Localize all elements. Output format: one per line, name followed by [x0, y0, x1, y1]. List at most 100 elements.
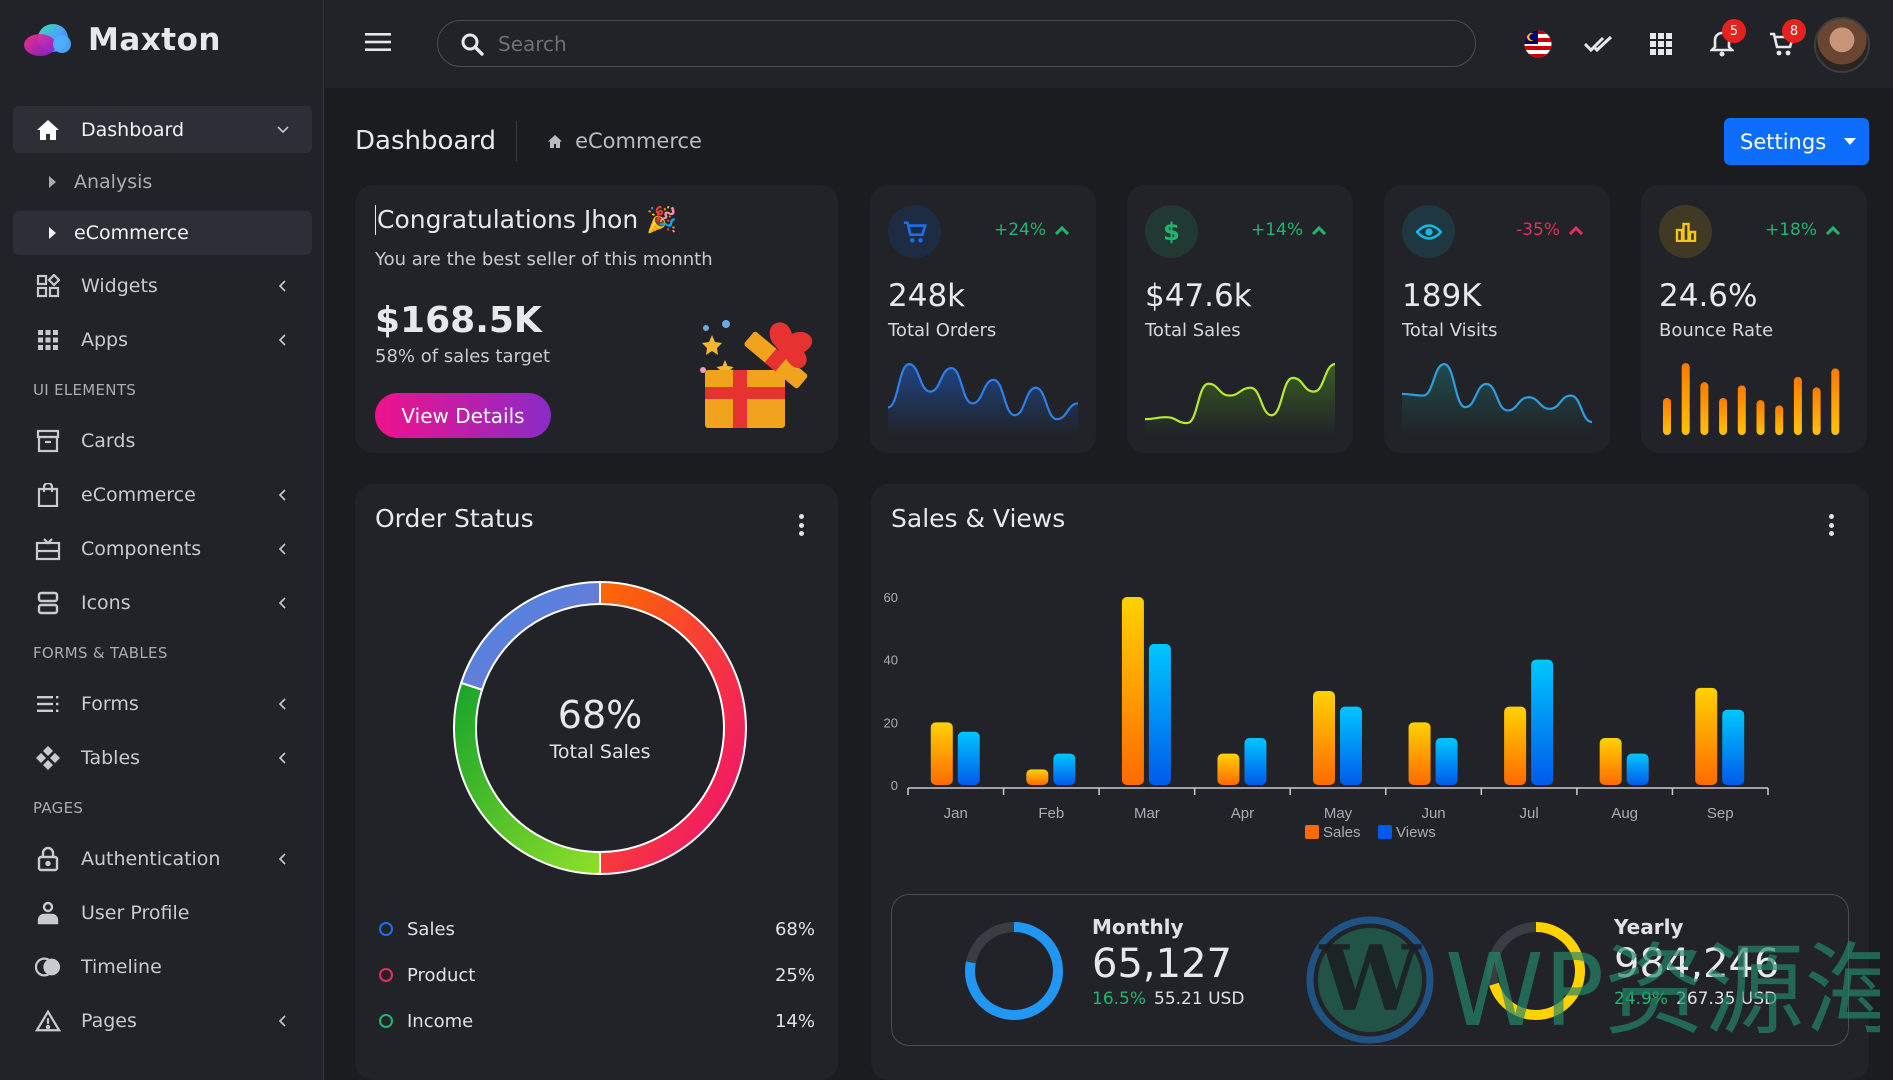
sidebar-item-user-profile[interactable]: User Profile [13, 889, 312, 936]
sidebar-item-widgets[interactable]: Widgets [13, 262, 312, 309]
bar-views [1244, 738, 1267, 785]
double-check-icon [1583, 35, 1613, 53]
sales-sparkline [1145, 363, 1335, 435]
apps-grid-icon [35, 327, 61, 353]
hamburger-menu-icon[interactable] [365, 32, 391, 52]
x-tick-label: Jun [1421, 805, 1445, 822]
sidebar-subitem-analysis[interactable]: Analysis [13, 160, 312, 204]
mark-all-read-button[interactable] [1579, 24, 1619, 64]
chevron-left-icon [278, 1014, 286, 1027]
logo[interactable]: Maxton [22, 22, 221, 58]
y-tick-label: 40 [884, 653, 898, 668]
sidebar-item-pages[interactable]: Pages [13, 997, 312, 1044]
language-selector[interactable] [1518, 24, 1558, 64]
warning-icon [35, 1008, 61, 1034]
bar-sales [1599, 738, 1622, 785]
notifications-button[interactable]: 5 [1702, 19, 1746, 64]
search-icon [461, 33, 484, 56]
bar-views [1626, 753, 1649, 785]
arrow-up-icon [1311, 225, 1327, 235]
bounce-bar [1756, 400, 1765, 435]
visits-sparkline [1402, 363, 1592, 435]
sidebar-item-label: eCommerce [81, 483, 196, 506]
order-status-donut: 68% Total Sales [442, 570, 758, 886]
stat-card-orders: +24% 248k Total Orders [870, 185, 1096, 453]
x-tick-label: May [1324, 805, 1353, 822]
card-title: Order Status [375, 504, 534, 533]
sidebar-item-label: Authentication [81, 847, 221, 870]
lock-icon [35, 846, 61, 872]
dollar-icon: $ [1145, 205, 1198, 258]
overlap-circles-icon [35, 954, 61, 980]
sidebar-item-cards[interactable]: Cards [13, 417, 312, 464]
sidebar-item-authentication[interactable]: Authentication [13, 835, 312, 882]
orders-sparkline [888, 363, 1078, 435]
breadcrumb: Dashboard eCommerce [355, 118, 702, 164]
bar-sales [1504, 706, 1527, 785]
bar-views [1053, 753, 1076, 785]
legend-label: Views [1396, 824, 1436, 841]
sidebar-item-label: Pages [81, 1009, 137, 1032]
sidebar-item-apps[interactable]: Apps [13, 316, 312, 363]
chevron-left-icon [278, 852, 286, 865]
stat-card-visits: -35% 189K Total Visits [1384, 185, 1610, 453]
sidebar-subitem-ecommerce[interactable]: eCommerce [13, 211, 312, 255]
circle-dot-icon [379, 922, 393, 936]
sparkline-area [1145, 364, 1335, 435]
bounce-bar [1719, 398, 1728, 435]
x-tick-label: Aug [1611, 805, 1638, 822]
stat-label: Bounce Rate [1659, 320, 1774, 341]
sidebar-item-tables[interactable]: Tables [13, 734, 312, 781]
bar-sales [1121, 597, 1144, 785]
circle-dot-icon [379, 1014, 393, 1028]
summary-box: Monthly 65,127 16.5% 55.21 USD Yearly 984… [891, 894, 1849, 1046]
settings-button[interactable]: Settings [1724, 118, 1869, 165]
list-icon [35, 691, 61, 717]
page-title: Dashboard [355, 121, 518, 161]
caret-right-icon [49, 176, 56, 188]
search-input[interactable] [498, 31, 1398, 56]
breadcrumb-item-ecommerce[interactable]: eCommerce [547, 129, 702, 153]
apps-button[interactable] [1641, 24, 1681, 64]
home-icon [35, 117, 61, 143]
chevron-left-icon [278, 697, 286, 710]
chevron-left-icon [278, 279, 286, 292]
order-status-card: Order Status 68% Total Sales Sales 68% P… [355, 484, 838, 1080]
sidebar-item-ecommerce[interactable]: eCommerce [13, 471, 312, 518]
bounce-bar [1775, 405, 1784, 435]
cart-button[interactable]: 8 [1762, 19, 1806, 64]
settings-label: Settings [1740, 129, 1827, 154]
legend-label: Sales [1323, 824, 1361, 841]
bounce-bar [1793, 376, 1802, 435]
archive-icon [35, 428, 61, 454]
bounce-bar [1737, 385, 1746, 435]
sales-views-bar-chart: 0 20 40 60 Jan Feb Mar Apr May Jun Jul Aug Sep Sales V… [884, 590, 1769, 841]
legend-row-income: Income 14% [379, 1006, 815, 1036]
view-details-button[interactable]: View Details [375, 393, 551, 438]
sidebar-item-timeline[interactable]: Timeline [13, 943, 312, 990]
sidebar-item-dashboard[interactable]: Dashboard [13, 106, 312, 153]
breadcrumb-current: eCommerce [575, 129, 702, 153]
donut-center-label: Total Sales [549, 741, 651, 763]
search-box[interactable] [437, 20, 1476, 67]
chevron-left-icon [278, 333, 286, 346]
bar-views [1148, 644, 1171, 785]
sidebar-item-icons[interactable]: Icons [13, 579, 312, 626]
more-options-icon[interactable] [797, 514, 805, 536]
x-tick-label: Apr [1231, 805, 1254, 822]
x-tick-label: Mar [1134, 805, 1160, 822]
bar-sales [1026, 769, 1049, 785]
user-icon [35, 900, 61, 926]
welcome-title: Congratulations Jhon 🎉 [375, 205, 678, 235]
x-tick-label: Feb [1038, 805, 1064, 822]
user-avatar[interactable] [1814, 17, 1870, 73]
sidebar-item-label: User Profile [81, 901, 190, 924]
stat-label: Total Visits [1402, 320, 1498, 341]
bar-views [1340, 706, 1362, 785]
gift-card-icon [35, 536, 61, 562]
section-ui-elements: UI ELEMENTS [33, 381, 137, 399]
caret-down-icon[interactable] [1844, 138, 1856, 145]
stat-delta: +24% [994, 220, 1070, 240]
sidebar-item-components[interactable]: Components [13, 525, 312, 572]
sidebar-item-forms[interactable]: Forms [13, 680, 312, 727]
